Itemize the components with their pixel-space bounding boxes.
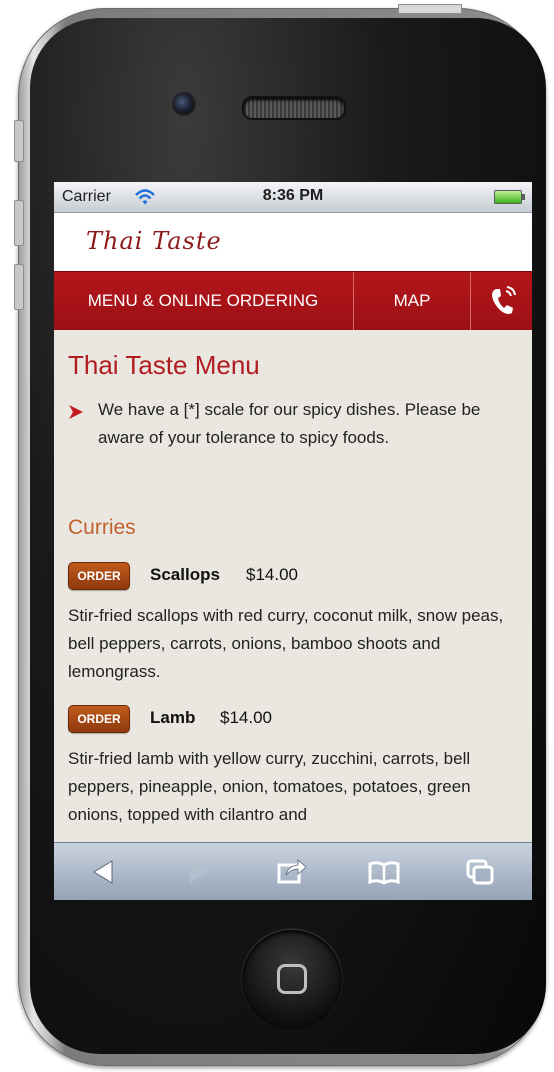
site-logo[interactable]: Thai Taste — [86, 227, 222, 255]
bullet-arrow-icon — [69, 405, 83, 419]
order-button[interactable]: ORDER — [68, 705, 130, 733]
forward-button[interactable] — [178, 855, 218, 889]
screen: Carrier 8:36 PM Thai Taste MENU & ONLINE… — [54, 182, 532, 900]
status-bar: Carrier 8:36 PM — [54, 182, 532, 213]
browser-toolbar — [54, 842, 532, 900]
dish-price: $14.00 — [220, 708, 272, 727]
bookmarks-icon — [368, 861, 400, 885]
order-button[interactable]: ORDER — [68, 562, 130, 590]
volume-up-button — [14, 200, 24, 246]
spicy-notice: We have a [*] scale for our spicy dishes… — [98, 400, 481, 447]
forward-icon — [190, 861, 208, 883]
page-title: Thai Taste Menu — [68, 350, 260, 380]
menu-content: Thai Taste Menu We have a [*] scale for … — [54, 330, 532, 842]
tabs-icon — [466, 859, 494, 885]
front-camera — [172, 92, 196, 116]
phone-icon — [492, 286, 516, 314]
back-icon — [93, 860, 113, 884]
dish-item: ORDER Scallops $14.00 Stir-fried scallop… — [68, 562, 524, 682]
back-button[interactable] — [86, 855, 126, 889]
share-button[interactable] — [272, 855, 312, 889]
nav-menu-online-ordering[interactable]: MENU & ONLINE ORDERING — [54, 272, 352, 330]
tabs-button[interactable] — [460, 855, 500, 889]
dish-name: Scallops — [150, 565, 220, 584]
dish-description: Stir-fried lamb with yellow curry, zucch… — [68, 749, 471, 824]
battery-icon — [494, 190, 525, 204]
site-header: Thai Taste — [54, 213, 532, 271]
earpiece-speaker — [242, 96, 346, 120]
volume-down-button — [14, 264, 24, 310]
dish-price: $14.00 — [246, 565, 298, 584]
mute-switch — [14, 120, 24, 162]
status-time: 8:36 PM — [262, 187, 324, 204]
nav-map[interactable]: MAP — [353, 272, 470, 330]
nav-call-button[interactable] — [470, 272, 532, 330]
share-icon — [277, 859, 307, 884]
main-nav: MENU & ONLINE ORDERING MAP — [54, 271, 532, 331]
bookmarks-button[interactable] — [364, 855, 404, 889]
dish-description: Stir-fried scallops with red curry, coco… — [68, 606, 504, 681]
home-square-icon — [277, 964, 307, 994]
power-button — [398, 4, 462, 14]
section-title-curries: Curries — [68, 516, 136, 539]
dish-name: Lamb — [150, 708, 196, 727]
dish-item: ORDER Lamb $14.00 Stir-fried lamb with y… — [68, 705, 524, 845]
